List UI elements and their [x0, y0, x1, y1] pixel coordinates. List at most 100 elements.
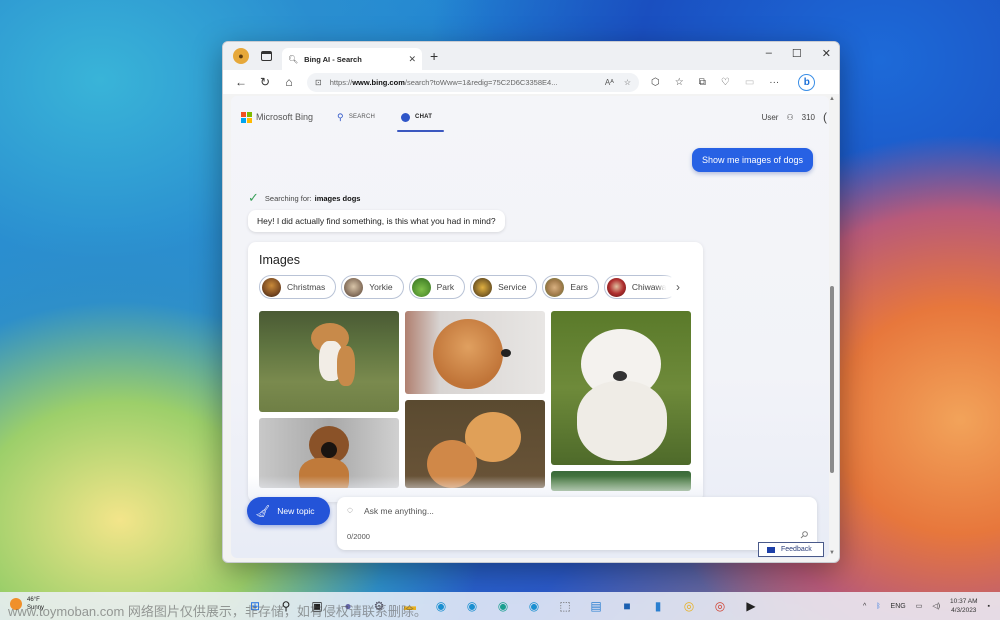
chip-service[interactable]: Service — [470, 275, 538, 299]
browser-health-icon[interactable]: ♡ — [721, 77, 730, 88]
chip-thumbnail — [606, 277, 626, 297]
dog-image-white-lab[interactable] — [551, 311, 691, 465]
check-icon: ✓ — [248, 190, 259, 205]
chip-park[interactable]: Park — [408, 275, 466, 299]
image-topic-chips: Christmas Yorkie Park Service Ears Chiwa… — [259, 275, 689, 299]
scroll-down-icon[interactable]: ▼ — [828, 550, 836, 556]
chip-thumbnail — [262, 277, 281, 297]
user-icon[interactable]: ⚇ — [786, 113, 793, 122]
notepad-icon[interactable]: ▤ — [586, 597, 606, 615]
nav-chat[interactable]: CHAT — [397, 112, 445, 132]
scroll-up-icon[interactable]: ▲ — [828, 96, 836, 102]
chrome-canary-icon[interactable]: ◎ — [679, 597, 699, 615]
network-icon[interactable]: ▭ — [916, 602, 923, 610]
new-topic-button[interactable]: 🧹︎ New topic — [247, 497, 330, 525]
minimize-button[interactable]: – — [766, 47, 772, 60]
close-window-button[interactable]: ✕ — [822, 47, 831, 60]
chat-icon — [401, 112, 411, 122]
watermark-text: www.toymoban.com 网络图片仅供展示，非存储，如有侵权请联系删除。 — [8, 604, 427, 619]
scrollbar-thumb[interactable] — [830, 286, 834, 473]
more-icon[interactable]: ··· — [769, 77, 779, 88]
search-icon: 🔍︎ — [288, 54, 299, 64]
chip-yorkie[interactable]: Yorkie — [341, 275, 404, 299]
chip-label: Yorkie — [369, 282, 393, 292]
chip-thumbnail — [344, 277, 364, 297]
close-tab-icon[interactable]: ✕ — [408, 54, 416, 65]
read-aloud-icon[interactable]: Aᴬ — [605, 78, 614, 87]
notifications-icon[interactable]: ▪ — [988, 603, 990, 610]
rewards-points[interactable]: 310 — [802, 113, 815, 122]
nav-search[interactable]: ⚲ SEARCH — [337, 112, 375, 123]
clock-date: 4/3/2023 — [951, 607, 977, 614]
collections-icon[interactable]: ⧉ — [699, 77, 706, 88]
user-label[interactable]: User — [762, 113, 779, 122]
chip-label: Park — [436, 282, 455, 292]
screenshot-icon[interactable]: ▭ — [745, 77, 754, 88]
chip-label: Chiwawa — [631, 282, 667, 292]
chip-ears[interactable]: Ears — [542, 275, 599, 299]
clock[interactable]: 10:37 AM 4/3/2023 — [950, 597, 977, 615]
tab-title: Bing AI - Search — [304, 54, 362, 64]
maximize-button[interactable]: ☐ — [792, 47, 802, 60]
new-tab-button[interactable]: + — [430, 48, 438, 64]
chrome-icon[interactable]: ◎ — [710, 597, 730, 615]
chat-composer: ◌ 0/2000 ⚲ — [337, 497, 817, 550]
language-indicator[interactable]: ENG — [891, 603, 906, 610]
show-hidden-icons[interactable]: ^ — [863, 603, 866, 610]
profile-icon[interactable]: ● — [233, 48, 249, 64]
dog-image-beagle[interactable] — [259, 311, 399, 412]
edge-canary-icon[interactable]: ◉ — [524, 597, 544, 615]
bing-chat-icon[interactable]: b — [798, 73, 816, 91]
edge-dev-icon[interactable]: ◉ — [493, 597, 513, 615]
chip-thumbnail — [473, 277, 493, 297]
broom-icon: 🧹︎ — [255, 504, 271, 518]
pin-icon[interactable]: ⚲ — [797, 529, 810, 542]
home-icon[interactable]: ⌂ — [277, 75, 301, 89]
chip-christmas[interactable]: Christmas — [259, 275, 337, 299]
terminal-icon[interactable]: ▶ — [741, 597, 761, 615]
feedback-button[interactable]: Feedback — [758, 542, 824, 557]
browser-window: ● 🔍︎ Bing AI - Search ✕ + – ☐ ✕ ← ↻ ⌂ ⊡ … — [222, 41, 840, 563]
chip-label: Service — [498, 282, 527, 292]
search-status: ✓ Searching for: images dogs — [248, 190, 360, 206]
rewards-icon[interactable]: ( — [823, 110, 827, 124]
edge-icon[interactable]: ◉ — [431, 597, 451, 615]
page-scrollbar[interactable]: ▲ ▼ — [828, 96, 836, 558]
back-icon[interactable]: ← — [229, 75, 253, 89]
address-bar: ← ↻ ⌂ ⊡ https://www.bing.com/search?toWw… — [223, 70, 839, 94]
searching-label: Searching for: — [264, 193, 312, 203]
add-favorite-icon[interactable]: ☆ — [624, 78, 631, 87]
bluetooth-icon[interactable]: ᛒ — [876, 603, 880, 610]
dog-image-golden-puppy[interactable] — [405, 311, 545, 394]
ask-input[interactable] — [364, 503, 784, 518]
microsoft-logo-icon — [241, 111, 252, 123]
bing-chat-page: Microsoft Bing ⚲ SEARCH CHAT User ⚇ 310 … — [231, 96, 829, 558]
store-icon[interactable]: ■ — [617, 597, 637, 615]
bing-header: Microsoft Bing ⚲ SEARCH CHAT User ⚇ 310 … — [241, 110, 827, 132]
word-doc-icon[interactable]: ▮ — [648, 597, 668, 615]
tab-bing-ai[interactable]: 🔍︎ Bing AI - Search ✕ — [282, 48, 422, 70]
system-tray: ^ ᛒ ENG ▭ ◁) 10:37 AM 4/3/2023 ▪ — [863, 597, 990, 615]
feedback-label: Feedback — [781, 546, 812, 553]
tab-actions-icon[interactable] — [261, 51, 272, 61]
extensions-icon[interactable]: ⬡ — [651, 77, 660, 88]
snipping-tool-icon[interactable]: ⬚ — [555, 597, 575, 615]
url-input[interactable]: ⊡ https://www.bing.com/search?toWww=1&re… — [307, 72, 639, 92]
brand-name[interactable]: Microsoft Bing — [256, 112, 313, 122]
dog-image-two-goldens[interactable] — [405, 400, 545, 488]
char-count: 0/2000 — [347, 532, 370, 541]
searching-query: images dogs — [314, 193, 361, 203]
refresh-icon[interactable]: ↻ — [253, 75, 277, 89]
volume-icon[interactable]: ◁) — [932, 602, 940, 610]
new-topic-label: New topic — [277, 506, 315, 516]
edge-beta-icon[interactable]: ◉ — [462, 597, 482, 615]
nav-search-label: SEARCH — [348, 114, 376, 120]
images-card: Images Christmas Yorkie Park Service Ear… — [248, 242, 703, 502]
images-card-title: Images — [259, 253, 300, 267]
lock-icon[interactable]: ⊡ — [315, 78, 322, 87]
favorites-icon[interactable]: ☆ — [675, 77, 684, 88]
feedback-icon — [767, 546, 775, 553]
chips-next-button[interactable]: › — [667, 275, 689, 299]
title-bar: ● 🔍︎ Bing AI - Search ✕ + – ☐ ✕ — [223, 42, 839, 70]
user-message: Show me images of dogs — [691, 148, 813, 172]
